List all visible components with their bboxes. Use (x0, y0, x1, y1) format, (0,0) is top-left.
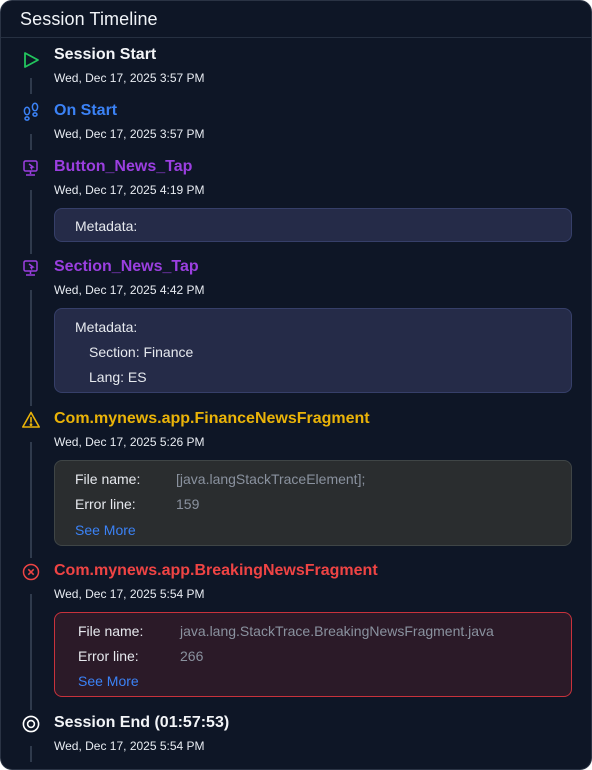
event-title: Com.mynews.app.BreakingNewsFragment (54, 562, 378, 579)
error-circle-icon (21, 562, 41, 582)
see-more-link[interactable]: See More (78, 673, 139, 689)
timeline: Session Start Wed, Dec 17, 2025 3:57 PM … (1, 38, 591, 769)
monitor-click-icon (21, 158, 41, 178)
stop-circle-icon (21, 714, 41, 734)
timeline-connector (30, 290, 32, 406)
event-title: Session Start (54, 46, 157, 63)
event-title: Button_News_Tap (54, 158, 193, 175)
error-details-box: File name: java.lang.StackTrace.Breaking… (54, 612, 572, 697)
warning-details-box: File name: [java.langStackTraceElement];… (54, 460, 572, 546)
monitor-click-icon (21, 258, 41, 278)
timeline-connector (30, 442, 32, 558)
metadata-label: Metadata: (75, 319, 138, 335)
play-icon (21, 50, 41, 70)
file-name-label: File name: (78, 623, 144, 639)
error-line-label: Error line: (75, 496, 136, 512)
event-timestamp: Wed, Dec 17, 2025 5:26 PM (54, 435, 205, 449)
event-title: On Start (54, 102, 118, 119)
metadata-box: Metadata: (54, 208, 572, 242)
event-timestamp: Wed, Dec 17, 2025 3:57 PM (54, 127, 205, 141)
file-name-value: [java.langStackTraceElement]; (176, 471, 366, 487)
see-more-link[interactable]: See More (75, 522, 136, 538)
event-title: Section_News_Tap (54, 258, 199, 275)
metadata-line: Section: Finance (89, 344, 194, 360)
timeline-connector (30, 78, 32, 94)
timeline-connector (30, 746, 32, 762)
panel-title: Session Timeline (20, 8, 158, 29)
file-name-label: File name: (75, 471, 141, 487)
error-line-label: Error line: (78, 648, 139, 664)
event-timestamp: Wed, Dec 17, 2025 4:42 PM (54, 283, 205, 297)
warning-triangle-icon (21, 410, 41, 430)
session-timeline-panel: Session Timeline Session Start Wed, Dec … (0, 0, 592, 770)
metadata-label: Metadata: (75, 218, 138, 234)
event-timestamp: Wed, Dec 17, 2025 5:54 PM (54, 739, 205, 753)
metadata-line: Lang: ES (89, 369, 147, 385)
panel-header: Session Timeline (1, 1, 591, 38)
file-name-value: java.lang.StackTrace.BreakingNewsFragmen… (180, 623, 494, 639)
event-timestamp: Wed, Dec 17, 2025 4:19 PM (54, 183, 205, 197)
metadata-box: Metadata: Section: Finance Lang: ES (54, 308, 572, 393)
error-line-value: 266 (180, 648, 204, 664)
timeline-connector (30, 134, 32, 150)
event-title: Com.mynews.app.FinanceNewsFragment (54, 410, 370, 427)
error-line-value: 159 (176, 496, 200, 512)
event-title: Session End (01:57:53) (54, 714, 230, 731)
timeline-connector (30, 190, 32, 254)
event-timestamp: Wed, Dec 17, 2025 5:54 PM (54, 587, 205, 601)
footsteps-icon (21, 102, 41, 122)
event-timestamp: Wed, Dec 17, 2025 3:57 PM (54, 71, 205, 85)
timeline-connector (30, 594, 32, 710)
